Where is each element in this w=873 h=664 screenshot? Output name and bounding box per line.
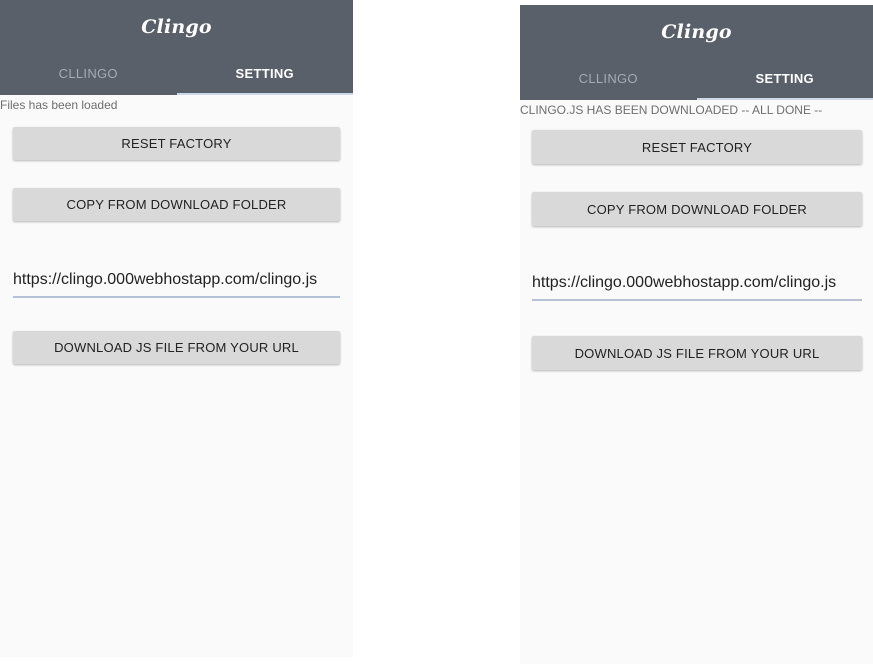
app-title: Clingo [661, 21, 732, 43]
download-js-file-button[interactable]: DOWNLOAD JS FILE FROM YOUR URL [532, 336, 862, 370]
tab-clingo[interactable]: CLLINGO [520, 71, 697, 100]
phone-screen-left: Clingo CLLINGO SETTING Files has been lo… [0, 0, 353, 657]
status-text: Files has been loaded [0, 98, 118, 112]
tab-clingo[interactable]: CLLINGO [0, 66, 177, 95]
phone-screen-right: Clingo CLLINGO SETTING CLINGO.JS HAS BEE… [520, 5, 873, 664]
reset-factory-button[interactable]: RESET FACTORY [13, 127, 340, 160]
tab-indicator [696, 98, 873, 100]
status-text: CLINGO.JS HAS BEEN DOWNLOADED -- ALL DON… [520, 103, 823, 117]
copy-from-download-folder-button[interactable]: COPY FROM DOWNLOAD FOLDER [532, 192, 862, 226]
url-input[interactable] [532, 267, 862, 301]
copy-from-download-folder-button[interactable]: COPY FROM DOWNLOAD FOLDER [13, 188, 340, 221]
url-input[interactable] [13, 264, 340, 298]
reset-factory-button[interactable]: RESET FACTORY [532, 130, 862, 164]
tab-setting[interactable]: SETTING [697, 71, 873, 100]
app-title: Clingo [141, 16, 212, 38]
app-bar: Clingo CLLINGO SETTING [520, 5, 873, 100]
app-bar: Clingo CLLINGO SETTING [0, 0, 353, 95]
download-js-file-button[interactable]: DOWNLOAD JS FILE FROM YOUR URL [13, 331, 340, 364]
tab-setting[interactable]: SETTING [177, 66, 354, 95]
tab-indicator [176, 93, 353, 95]
